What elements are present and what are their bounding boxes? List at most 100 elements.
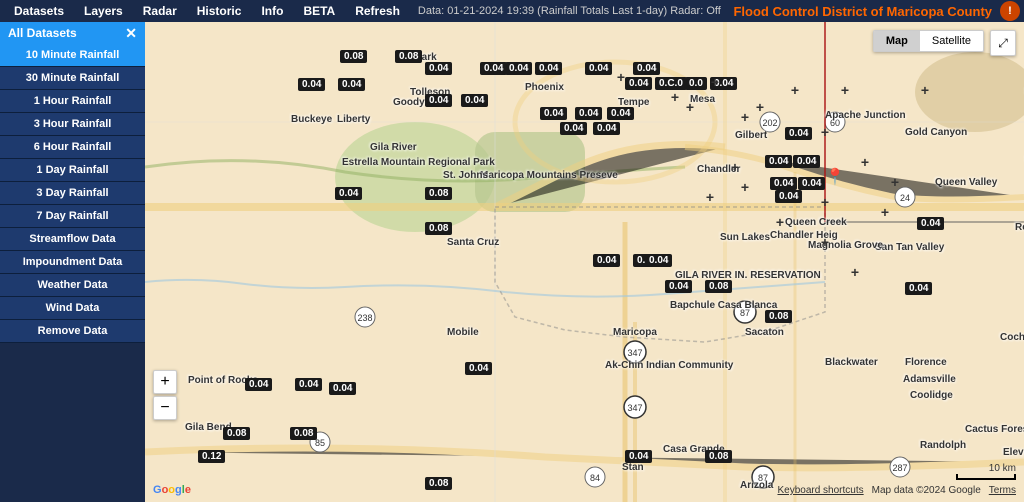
map-background: 202 60 347 347 87 24 287 87 84 85 <box>145 22 1024 502</box>
station-marker[interactable]: + <box>741 180 749 194</box>
rain-data-label: 0.0 <box>685 77 707 90</box>
rain-data-label: 0.04 <box>793 155 820 168</box>
rain-data-label: 0.04 <box>625 450 652 463</box>
nav-item-datasets[interactable]: Datasets <box>4 2 74 20</box>
rain-data-label: 0.04 <box>798 177 825 190</box>
station-marker[interactable]: + <box>686 100 694 114</box>
rain-data-label: 0.04 <box>505 62 532 75</box>
zoom-out-button[interactable]: − <box>153 396 177 420</box>
btn-weather[interactable]: Weather Data <box>0 274 145 297</box>
rain-data-label: 0.04 <box>298 78 325 91</box>
sidebar-close-button[interactable]: ✕ <box>125 26 137 40</box>
rain-data-label: 0.04 <box>905 282 932 295</box>
station-marker[interactable]: + <box>671 90 679 104</box>
rain-data-label: 0.04 <box>335 187 362 200</box>
scale-line <box>956 474 1016 480</box>
warning-icon: ! <box>1000 1 1020 21</box>
rain-data-label: 0.04 <box>765 155 792 168</box>
rain-data-label: 0.04 <box>329 382 356 395</box>
rain-data-label: 0.04 <box>665 280 692 293</box>
station-marker[interactable]: + <box>756 100 764 114</box>
btn-impoundment[interactable]: Impoundment Data <box>0 251 145 274</box>
sidebar-header: All Datasets ✕ <box>0 22 145 44</box>
station-marker[interactable]: + <box>851 265 859 279</box>
rain-data-label: 0.04 <box>245 378 272 391</box>
station-marker[interactable]: + <box>841 83 849 97</box>
rain-data-label: 0.04 <box>593 122 620 135</box>
rain-data-label: 0.04 <box>295 378 322 391</box>
rain-data-label: 0.04 <box>607 107 634 120</box>
station-marker[interactable]: + <box>861 155 869 169</box>
btn-1hour-rainfall[interactable]: 1 Hour Rainfall <box>0 90 145 113</box>
keyboard-shortcuts[interactable]: Keyboard shortcuts <box>777 485 863 496</box>
google-logo: Google <box>153 484 191 496</box>
rain-data-label: 0.08 <box>290 427 317 440</box>
map-container[interactable]: 202 60 347 347 87 24 287 87 84 85 <box>145 22 1024 502</box>
nav-item-layers[interactable]: Layers <box>74 2 133 20</box>
fullscreen-button[interactable]: ⤢ <box>990 30 1016 56</box>
btn-30min-rainfall[interactable]: 30 Minute Rainfall <box>0 67 145 90</box>
station-marker[interactable]: + <box>776 215 784 229</box>
rain-data-label: 0.04 <box>425 94 452 107</box>
station-marker[interactable]: + <box>821 195 829 209</box>
rain-data-label: 0.08 <box>425 222 452 235</box>
map-data-text: Map data ©2024 Google <box>872 485 981 496</box>
station-marker[interactable]: + <box>791 83 799 97</box>
rain-data-label: 0.04 <box>593 254 620 267</box>
satellite-view-button[interactable]: Satellite <box>920 31 983 51</box>
station-marker[interactable]: + <box>706 190 714 204</box>
rain-data-label: 0.04 <box>785 127 812 140</box>
scale-label: 10 km <box>989 463 1016 474</box>
btn-streamflow[interactable]: Streamflow Data <box>0 228 145 251</box>
station-marker[interactable]: + <box>821 125 829 139</box>
rain-data-label: 0.04 <box>645 254 672 267</box>
rain-data-label: 0.08 <box>705 450 732 463</box>
station-marker[interactable]: + <box>731 160 739 174</box>
rain-data-label: 0.04 <box>480 62 507 75</box>
station-marker[interactable]: + <box>881 205 889 219</box>
nav-item-beta[interactable]: BETA <box>293 2 345 20</box>
zoom-in-button[interactable]: + <box>153 370 177 394</box>
btn-3day-rainfall[interactable]: 3 Day Rainfall <box>0 182 145 205</box>
btn-1day-rainfall[interactable]: 1 Day Rainfall <box>0 159 145 182</box>
rain-data-label: 0.04 <box>338 78 365 91</box>
btn-6hour-rainfall[interactable]: 6 Hour Rainfall <box>0 136 145 159</box>
btn-3hour-rainfall[interactable]: 3 Hour Rainfall <box>0 113 145 136</box>
station-marker[interactable]: + <box>711 75 719 89</box>
btn-10min-rainfall[interactable]: 10 Minute Rainfall <box>0 44 145 67</box>
svg-text:347: 347 <box>627 403 642 413</box>
rain-data-label: 0.08 <box>425 187 452 200</box>
nav-item-info[interactable]: Info <box>251 2 293 20</box>
btn-7day-rainfall[interactable]: 7 Day Rainfall <box>0 205 145 228</box>
site-title: Flood Control District of Maricopa Count… <box>733 4 992 19</box>
rain-data-label: 0.04 <box>917 217 944 230</box>
station-marker[interactable]: + <box>617 70 625 84</box>
station-marker[interactable]: + <box>741 110 749 124</box>
sidebar: All Datasets ✕ 10 Minute Rainfall 30 Min… <box>0 22 145 502</box>
rain-data-label: 0.08 <box>705 280 732 293</box>
nav-item-refresh[interactable]: Refresh <box>345 2 410 20</box>
zoom-controls: + − <box>153 370 177 422</box>
rain-data-label: 0.04 <box>633 62 660 75</box>
map-footer: Keyboard shortcuts Map data ©2024 Google… <box>777 485 1016 496</box>
station-marker[interactable]: + <box>891 175 899 189</box>
btn-wind[interactable]: Wind Data <box>0 297 145 320</box>
map-view-button[interactable]: Map <box>874 31 920 51</box>
rain-data-label: 0.08 <box>395 50 422 63</box>
rain-data-label: 0.04 <box>540 107 567 120</box>
svg-text:85: 85 <box>315 438 325 448</box>
station-marker[interactable]: + <box>821 235 829 249</box>
status-text: Data: 01-21-2024 19:39 (Rainfall Totals … <box>418 5 734 17</box>
station-marker[interactable]: + <box>921 83 929 97</box>
svg-text:84: 84 <box>590 473 600 483</box>
rain-data-label: 0.04 <box>770 177 797 190</box>
rain-data-label: 0.08 <box>340 50 367 63</box>
topbar: Datasets Layers Radar Historic Info BETA… <box>0 0 1024 22</box>
nav-item-radar[interactable]: Radar <box>133 2 187 20</box>
rain-data-label: 0.08 <box>223 427 250 440</box>
svg-text:238: 238 <box>357 313 372 323</box>
sidebar-title: All Datasets <box>8 26 77 40</box>
nav-item-historic[interactable]: Historic <box>187 2 252 20</box>
btn-remove-data[interactable]: Remove Data <box>0 320 145 343</box>
terms-link[interactable]: Terms <box>989 485 1016 496</box>
